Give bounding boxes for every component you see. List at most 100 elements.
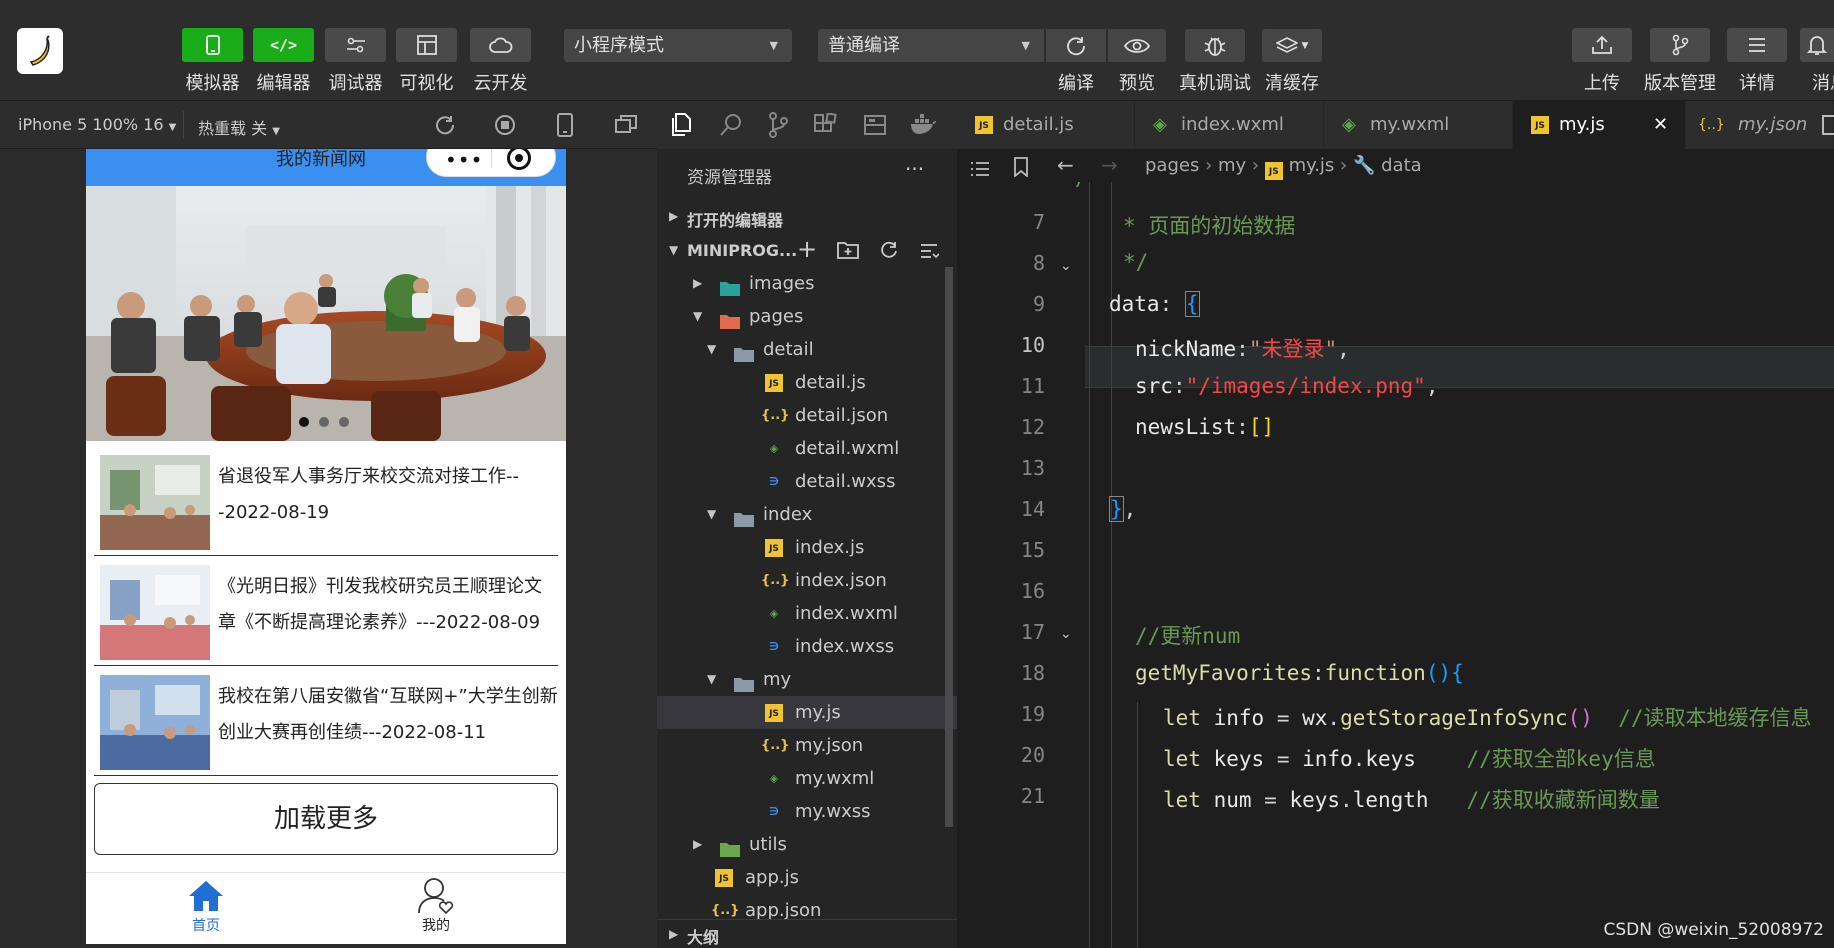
breadcrumb-item[interactable]: data [1381, 155, 1422, 176]
breadcrumb-item[interactable]: pages [1145, 155, 1199, 176]
editor-tab[interactable]: {..} my.json [1686, 101, 1834, 149]
refresh-button[interactable] [1046, 29, 1106, 62]
upload-button[interactable] [1572, 28, 1632, 62]
close-circle-icon[interactable] [507, 149, 531, 170]
tree-file[interactable]: ∋ my.wxss [657, 795, 957, 828]
menu-button[interactable] [1727, 28, 1787, 62]
tree-label: images [749, 273, 815, 294]
tree-folder[interactable]: ▼ index [657, 498, 957, 531]
tree-file[interactable]: ◈ index.wxml [657, 597, 957, 630]
debug-button[interactable] [325, 28, 386, 62]
json-file-icon: {..} [711, 903, 740, 918]
news-item[interactable]: 《光明日报》刊发我校研究员王顺理论文章《不断提高理论素养》---2022-08-… [94, 559, 558, 666]
collapse-all-icon[interactable] [919, 241, 940, 265]
compile-select[interactable]: 普通编译 ▼ [818, 29, 1044, 62]
line-number: 20 [1020, 743, 1045, 767]
docker-icon[interactable] [909, 113, 937, 139]
new-file-icon[interactable]: + [797, 235, 817, 263]
code-line: //更新num [1135, 624, 1241, 648]
tree-file[interactable]: ∋ detail.wxss [657, 465, 957, 498]
layout-button[interactable] [396, 28, 457, 62]
tree-label: utils [749, 834, 787, 855]
tab-home-label: 首页 [192, 918, 220, 934]
breadcrumb-item[interactable]: my [1218, 155, 1246, 176]
load-more-button[interactable]: 加载更多 [94, 783, 558, 855]
back-arrow-icon[interactable]: ← [1057, 149, 1074, 182]
code-line: let info = wx.getStorageInfoSync() //读取本… [1163, 706, 1812, 730]
open-editors-section[interactable]: ▶ 打开的编辑器 [657, 201, 957, 234]
more-actions-icon[interactable]: ··· [905, 157, 924, 181]
refresh-icon[interactable] [434, 114, 456, 140]
extensions-icon[interactable] [813, 112, 837, 141]
editor-tab[interactable]: ◈ my.wxml [1324, 101, 1513, 149]
scrollbar[interactable] [945, 267, 953, 827]
tree-file[interactable]: {..} index.json [657, 564, 957, 597]
news-item[interactable]: 省退役军人事务厅来校交流对接工作---2022-08-19 [94, 449, 558, 556]
tree-folder[interactable]: ▼ pages [657, 300, 957, 333]
project-section[interactable]: ▼ MINIPROG... + [657, 234, 957, 267]
line-number: 21 [1020, 784, 1045, 808]
cloud-button[interactable] [470, 28, 531, 62]
tree-file[interactable]: JS my.js [657, 696, 957, 729]
js-file-icon: JS [765, 539, 783, 557]
source-control-icon[interactable] [767, 112, 789, 142]
indent-guide [1111, 682, 1112, 948]
editor-tab[interactable]: ◈ index.wxml [1135, 101, 1324, 149]
search-icon[interactable] [719, 113, 743, 141]
indent-guide [1137, 702, 1138, 948]
refresh-icon[interactable] [879, 240, 899, 264]
capsule-menu[interactable]: ••• [426, 149, 556, 177]
code-button[interactable]: </> [253, 28, 314, 62]
tab-label: my.json [1738, 114, 1808, 135]
explorer-title: 资源管理器 [687, 168, 772, 188]
watermark: CSDN @weixin_52008972 [1603, 920, 1824, 940]
editor-tab[interactable]: JS detail.js [957, 101, 1135, 149]
tree-folder[interactable]: ▶ images [657, 267, 957, 300]
tree-file[interactable]: {..} my.json [657, 729, 957, 762]
code-editor[interactable]: 789101112131415161718192021 / * 页面的初始数据 … [957, 182, 1834, 948]
tree-file[interactable]: {..} detail.json [657, 399, 957, 432]
phone-button[interactable] [182, 28, 243, 62]
layers-icon [1275, 36, 1298, 56]
hot-reload-toggle[interactable]: 热重载 关 ▼ [198, 115, 280, 139]
new-folder-icon[interactable] [837, 241, 859, 263]
tab-my[interactable]: 我的 [396, 877, 476, 941]
breadcrumb-item[interactable]: my.js [1289, 155, 1335, 176]
close-icon[interactable]: ✕ [1653, 101, 1668, 149]
outline-section[interactable]: ▶ 大纲 [657, 919, 957, 948]
bug-button[interactable] [1185, 29, 1245, 62]
news-title: 我校在第八届安徽省“互联网+”大学生创新创业大赛再创佳绩---2022-08-1… [218, 686, 558, 743]
banner-swiper[interactable] [86, 186, 566, 441]
tree-file[interactable]: ◈ detail.wxml [657, 432, 957, 465]
tree-folder[interactable]: ▼ my [657, 663, 957, 696]
tree-file[interactable]: JS detail.js [657, 366, 957, 399]
tree-label: detail.wxss [795, 471, 896, 492]
eye-button[interactable] [1108, 29, 1166, 62]
tree-file[interactable]: ∋ index.wxss [657, 630, 957, 663]
mode-select[interactable]: 小程序模式 ▼ [564, 29, 792, 62]
branch-button[interactable] [1650, 28, 1710, 62]
phone-icon[interactable] [556, 113, 574, 141]
fold-chevron-icon[interactable]: ⌄ [1060, 626, 1072, 642]
layers-button[interactable]: ▼ [1262, 29, 1322, 62]
stop-icon[interactable] [494, 114, 516, 140]
tree-file[interactable]: ◈ my.wxml [657, 762, 957, 795]
tree-label: detail.json [795, 405, 889, 426]
storage-icon[interactable] [863, 113, 887, 141]
device-select[interactable]: iPhone 5 100% 16 ▼ [18, 115, 176, 134]
more-dots-icon[interactable]: ••• [445, 149, 483, 172]
bell-button[interactable] [1800, 28, 1834, 62]
news-item[interactable]: 我校在第八届安徽省“互联网+”大学生创新创业大赛再创佳绩---2022-08-1… [94, 669, 558, 776]
forward-arrow-icon[interactable]: → [1101, 149, 1118, 182]
window-icon[interactable] [614, 114, 638, 140]
tree-file[interactable]: JS app.js [657, 861, 957, 894]
split-editor-icon[interactable] [1822, 115, 1834, 135]
tab-home[interactable]: 首页 [166, 879, 246, 943]
tree-folder[interactable]: ▼ detail [657, 333, 957, 366]
editor-tab[interactable]: JS my.js ✕ [1513, 101, 1686, 149]
files-icon[interactable] [669, 113, 691, 141]
fold-chevron-icon[interactable]: ⌄ [1060, 258, 1072, 274]
tree-file[interactable]: JS index.js [657, 531, 957, 564]
tree-folder[interactable]: ▶ utils [657, 828, 957, 861]
eye-icon [1124, 37, 1150, 55]
